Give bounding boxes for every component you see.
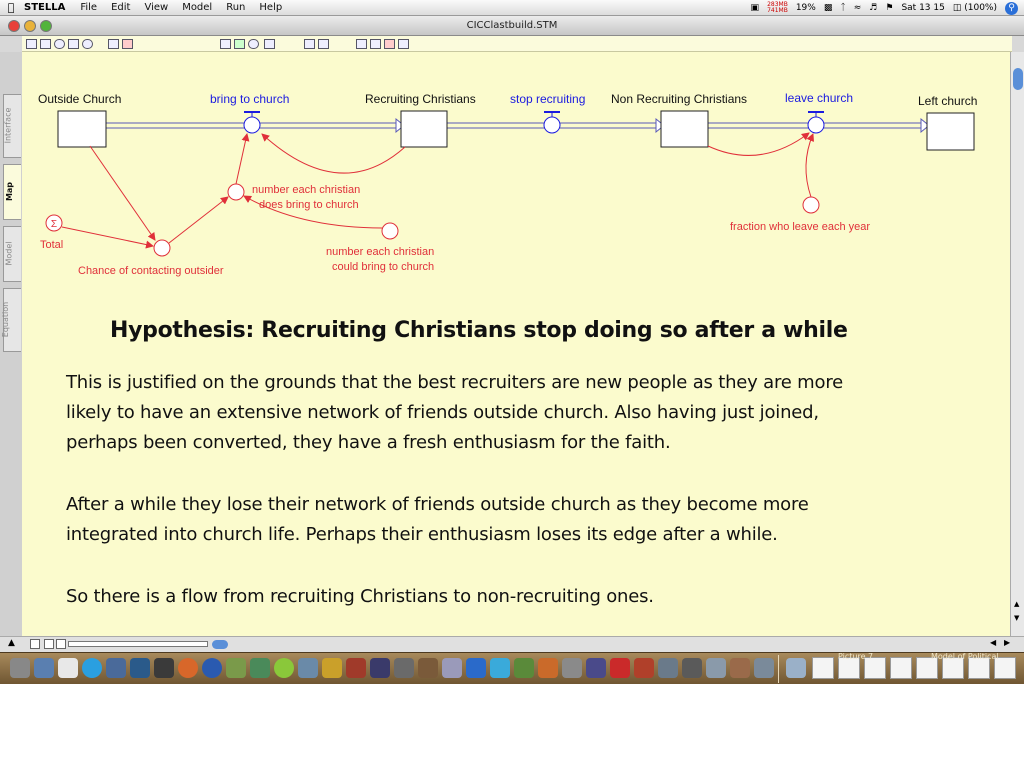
dock-app-icon-20[interactable] bbox=[730, 658, 750, 678]
label-fraction-who-leave: fraction who leave each year bbox=[730, 221, 870, 233]
dock-app-icon-8[interactable] bbox=[442, 658, 462, 678]
paragraph-2-line-1: After a while they lose their network of… bbox=[66, 494, 809, 515]
dock-app-icon-14[interactable] bbox=[586, 658, 606, 678]
dock-network-icon[interactable] bbox=[226, 658, 246, 678]
dock-folder-icon[interactable] bbox=[786, 658, 806, 678]
paragraph-1-line-2: likely to have an extensive network of f… bbox=[66, 402, 819, 423]
paragraph-2-line-2: integrated into church life. Perhaps the… bbox=[66, 524, 778, 545]
label-number-does-line2: does bring to church bbox=[259, 199, 359, 211]
converter-fraction-who-leave[interactable] bbox=[802, 196, 820, 214]
label-outside-church: Outside Church bbox=[38, 92, 121, 106]
dock-vpn-icon[interactable] bbox=[250, 658, 270, 678]
dock-app-icon-1[interactable] bbox=[274, 658, 294, 678]
dock: Picture 7 Model of Political bbox=[0, 652, 1024, 684]
dock-firefox-icon[interactable] bbox=[178, 658, 198, 678]
label-recruiting-christians: Recruiting Christians bbox=[365, 92, 476, 106]
dock-window-thumb-1[interactable] bbox=[812, 657, 834, 679]
dock-app-icon-2[interactable] bbox=[298, 658, 318, 678]
dock-app-icon-6[interactable] bbox=[394, 658, 414, 678]
dock-app-icon-9[interactable] bbox=[466, 658, 486, 678]
stock-recruiting-christians[interactable] bbox=[400, 110, 448, 148]
dock-app-icon-12[interactable] bbox=[538, 658, 558, 678]
connector-recruiting-to-bring[interactable] bbox=[261, 133, 406, 174]
dock-app-icon-7[interactable] bbox=[418, 658, 438, 678]
label-left-church: Left church bbox=[918, 94, 977, 108]
dock-app-icon-16[interactable] bbox=[634, 658, 654, 678]
dock-safari-icon[interactable] bbox=[202, 658, 222, 678]
dock-app-icon-15[interactable] bbox=[610, 658, 630, 678]
dock-app-icon-4[interactable] bbox=[346, 658, 366, 678]
valve-bring-to-church[interactable] bbox=[243, 111, 261, 134]
connector-fraction-to-leave[interactable] bbox=[805, 133, 814, 198]
stock-left-church[interactable] bbox=[926, 112, 975, 151]
valve-leave-church[interactable] bbox=[807, 111, 825, 134]
stock-outside-church[interactable] bbox=[57, 110, 107, 148]
label-total: Total bbox=[40, 239, 63, 251]
dock-app-icon-18[interactable] bbox=[682, 658, 702, 678]
dock-app-icon-5[interactable] bbox=[370, 658, 390, 678]
dock-skype-icon[interactable] bbox=[82, 658, 102, 678]
dock-separator bbox=[778, 655, 779, 683]
connector-does-to-bring[interactable] bbox=[235, 133, 250, 185]
label-chance-of-contacting: Chance of contacting outsider bbox=[78, 265, 224, 277]
svg-text:Σ: Σ bbox=[51, 219, 57, 230]
dock-app-icon-21[interactable] bbox=[754, 658, 774, 678]
converter-number-could-bring[interactable] bbox=[381, 222, 399, 240]
label-number-could-line2: could bring to church bbox=[332, 261, 434, 273]
dock-finder-icon[interactable] bbox=[10, 658, 30, 678]
connector-outside-to-chance[interactable] bbox=[89, 145, 156, 241]
dock-app-icon-10[interactable] bbox=[490, 658, 510, 678]
connector-chance-to-number-does[interactable] bbox=[168, 196, 229, 244]
paragraph-1-line-3: perhaps been converted, they have a fres… bbox=[66, 432, 671, 453]
dock-calendar-icon[interactable] bbox=[58, 658, 78, 678]
dock-mail-icon[interactable] bbox=[34, 658, 54, 678]
label-leave-church: leave church bbox=[785, 91, 853, 105]
dock-chat-icon[interactable] bbox=[106, 658, 126, 678]
connector-nonrecruiting-to-leave[interactable] bbox=[707, 132, 810, 156]
dock-label-model: Model of Political bbox=[931, 652, 999, 661]
stock-non-recruiting-christians[interactable] bbox=[660, 110, 709, 148]
label-bring-to-church: bring to church bbox=[210, 92, 289, 106]
dock-app-icon-13[interactable] bbox=[562, 658, 582, 678]
dock-label-picture: Picture 7 bbox=[838, 652, 874, 661]
connector-total-to-chance[interactable] bbox=[61, 226, 154, 249]
dock-soccer-icon[interactable] bbox=[154, 658, 174, 678]
paragraph-3-line-1: So there is a flow from recruiting Chris… bbox=[66, 586, 654, 607]
valve-stop-recruiting[interactable] bbox=[543, 111, 561, 134]
converter-number-does-bring[interactable] bbox=[227, 183, 245, 201]
label-non-recruiting-christians: Non Recruiting Christians bbox=[611, 92, 747, 106]
label-number-does-line1: number each christian bbox=[252, 184, 360, 196]
label-number-could-line1: number each christian bbox=[326, 246, 434, 258]
hypothesis-heading: Hypothesis: Recruiting Christians stop d… bbox=[110, 318, 848, 343]
dock-app-icon-3[interactable] bbox=[322, 658, 342, 678]
connectors bbox=[61, 132, 814, 249]
dock-app-icon-19[interactable] bbox=[706, 658, 726, 678]
dock-itunes-icon[interactable] bbox=[130, 658, 150, 678]
dock-app-icon-11[interactable] bbox=[514, 658, 534, 678]
paragraph-1-line-1: This is justified on the grounds that th… bbox=[66, 372, 844, 393]
summer-total-icon[interactable]: Σ bbox=[45, 214, 63, 232]
dock-window-thumb-4[interactable] bbox=[890, 657, 912, 679]
converter-chance-of-contacting[interactable] bbox=[153, 239, 171, 257]
label-stop-recruiting: stop recruiting bbox=[510, 92, 585, 106]
dock-app-icon-17[interactable] bbox=[658, 658, 678, 678]
